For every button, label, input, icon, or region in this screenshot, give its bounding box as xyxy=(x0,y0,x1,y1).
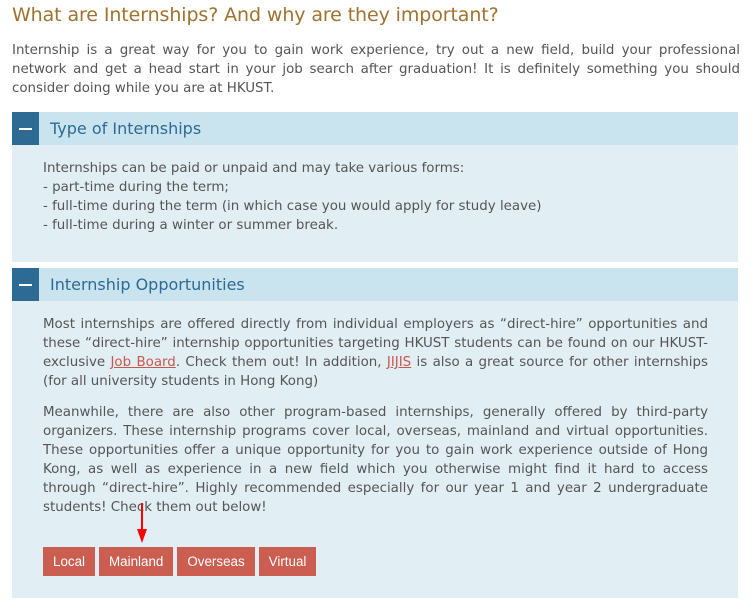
arrow-down-icon xyxy=(137,503,147,543)
section-heading: Type of Internships xyxy=(50,119,202,138)
page-title: What are Internships? And why are they i… xyxy=(12,4,499,26)
collapse-icon[interactable] xyxy=(12,112,39,145)
button-group: Local Mainland Overseas Virtual xyxy=(43,503,708,576)
section-heading: Internship Opportunities xyxy=(50,275,245,294)
list-line: - full-time during the term (in which ca… xyxy=(43,199,542,214)
virtual-button[interactable]: Virtual xyxy=(258,547,317,576)
list-line: Internships can be paid or unpaid and ma… xyxy=(43,161,465,176)
jijis-link[interactable]: JIJIS xyxy=(387,355,411,370)
job-board-link[interactable]: Job Board xyxy=(110,355,175,370)
list-line: - full-time during a winter or summer br… xyxy=(43,218,339,233)
local-button[interactable]: Local xyxy=(43,547,96,576)
accordion-header-opportunities[interactable]: Internship Opportunities xyxy=(12,268,738,301)
paragraph-program-based: Meanwhile, there are also other program-… xyxy=(43,405,708,515)
section-internship-opportunities: Internship Opportunities Most internship… xyxy=(12,268,738,598)
paragraph-direct-hire: Most internships are offered directly fr… xyxy=(43,317,708,389)
mainland-button[interactable]: Mainland xyxy=(99,547,174,576)
collapse-icon[interactable] xyxy=(12,268,39,301)
overseas-button[interactable]: Overseas xyxy=(177,547,255,576)
intro-paragraph: Internship is a great way for you to gai… xyxy=(12,43,740,96)
list-line: - part-time during the term; xyxy=(43,180,229,195)
accordion-header-type[interactable]: Type of Internships xyxy=(12,112,738,145)
section-type-of-internships: Type of Internships Internships can be p… xyxy=(12,112,738,262)
